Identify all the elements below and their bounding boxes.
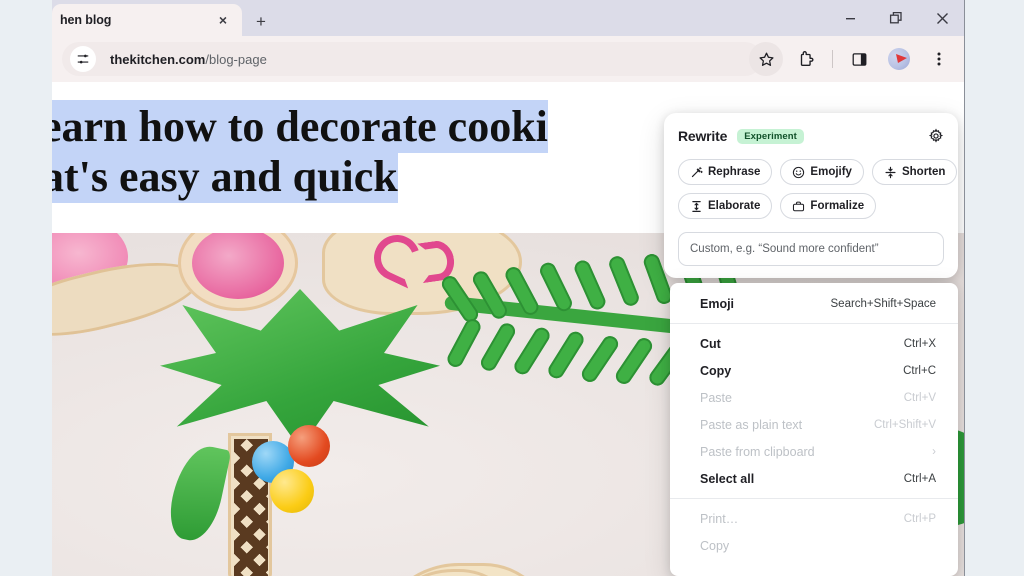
menu-item[interactable]: Select all Ctrl+A — [670, 465, 958, 492]
url-text: thekitchen.com/blog-page — [110, 52, 267, 67]
menu-separator — [670, 498, 958, 499]
menu-item: Paste as plain text Ctrl+Shift+V — [670, 411, 958, 438]
three-dot-menu-icon[interactable] — [922, 42, 956, 76]
menu-item-shortcut: Ctrl+P — [903, 512, 936, 525]
context-menu: Emoji Search+Shift+Space Cut Ctrl+X Copy Ctrl… — [670, 283, 958, 576]
menu-item-label: Cut — [700, 336, 721, 351]
menu-item: Print… Ctrl+P — [670, 505, 958, 532]
minimize-button[interactable] — [827, 0, 873, 36]
url-path: /blog-page — [205, 51, 267, 67]
rewrite-header: Rewrite Experiment — [678, 125, 944, 147]
elaborate-arrows-icon — [690, 200, 703, 213]
gear-icon[interactable] — [928, 128, 944, 144]
rewrite-chip-row-1: Rephrase Emojify Shorten — [678, 159, 958, 185]
rewrite-panel: Rewrite Experiment Rephrase Emojify Shor… — [664, 113, 958, 278]
menu-item: Copy — [670, 532, 958, 559]
restore-button[interactable] — [873, 0, 919, 36]
rewrite-title: Rewrite — [678, 128, 728, 144]
menu-item-shortcut: Ctrl+C — [903, 364, 936, 377]
menu-item-label: Print… — [700, 511, 739, 526]
menu-item-shortcut: › — [932, 445, 936, 458]
window-controls — [815, 0, 964, 36]
magic-wand-icon — [690, 166, 703, 179]
toolbar-divider — [832, 50, 833, 68]
menu-item[interactable]: Cut Ctrl+X — [670, 330, 958, 357]
close-button[interactable] — [919, 0, 964, 36]
shorten-arrows-icon — [884, 166, 897, 179]
custom-rewrite-input[interactable] — [678, 232, 944, 266]
side-panel-icon[interactable] — [842, 42, 876, 76]
menu-item-label: Paste as plain text — [700, 417, 803, 432]
menu-item-label: Emoji — [700, 296, 735, 311]
url-host: thekitchen.com — [110, 51, 206, 67]
smiley-face-icon — [792, 166, 805, 179]
menu-item: Paste from clipboard › — [670, 438, 958, 465]
rephrase-button[interactable]: Rephrase — [678, 159, 773, 185]
menu-item[interactable]: Copy Ctrl+C — [670, 357, 958, 384]
tab-title: hen blog — [60, 13, 112, 27]
formalize-button[interactable]: Formalize — [780, 193, 877, 219]
menu-item[interactable]: Emoji Search+Shift+Space — [670, 290, 958, 317]
browser-window: hen blog × + thekitchen.com/blog-page ea… — [52, 0, 965, 576]
bookmark-star-icon[interactable] — [749, 42, 783, 76]
rewrite-chip-row-2: Elaborate Formalize — [678, 193, 944, 219]
menu-item-label: Copy — [700, 538, 730, 553]
menu-item-shortcut: Ctrl+A — [903, 472, 936, 485]
menu-item: Paste Ctrl+V — [670, 384, 958, 411]
page-title-line-1: earn how to decorate cooki — [52, 100, 548, 153]
extensions-icon[interactable] — [789, 42, 823, 76]
tune-icon[interactable] — [70, 46, 96, 72]
menu-item-label: Paste from clipboard — [700, 444, 815, 459]
menu-item-shortcut: Ctrl+X — [903, 337, 936, 350]
new-tab-button[interactable]: + — [248, 8, 274, 34]
menu-item-label: Copy — [700, 363, 732, 378]
elaborate-button[interactable]: Elaborate — [678, 193, 773, 219]
page-title-line-2: at's easy and quick — [52, 150, 398, 203]
menu-item-label: Paste — [700, 390, 732, 405]
shorten-label: Shorten — [901, 166, 946, 178]
formalize-label: Formalize — [810, 200, 865, 212]
briefcase-icon — [792, 200, 805, 213]
emojify-button[interactable]: Emojify — [780, 159, 864, 185]
tab-close-icon[interactable]: × — [212, 9, 234, 31]
profile-avatar-icon — [888, 48, 910, 70]
menu-item-shortcut: Ctrl+V — [903, 391, 936, 404]
page-title: earn how to decorate cooki at's easy and… — [52, 100, 722, 203]
menu-item-label: Select all — [700, 471, 755, 486]
experiment-badge: Experiment — [737, 128, 804, 144]
browser-tab[interactable]: hen blog × — [52, 4, 242, 36]
toolbar-actions — [746, 36, 959, 82]
rephrase-label: Rephrase — [708, 166, 761, 178]
profile-avatar-wrap[interactable] — [882, 42, 916, 76]
emojify-label: Emojify — [810, 166, 852, 178]
tab-strip: hen blog × + — [52, 0, 964, 36]
elaborate-label: Elaborate — [708, 200, 761, 212]
menu-separator — [670, 323, 958, 324]
candy-yellow — [270, 469, 314, 513]
candy-red — [288, 425, 330, 467]
menu-item-shortcut: Ctrl+Shift+V — [874, 418, 936, 431]
browser-toolbar: thekitchen.com/blog-page — [52, 36, 964, 82]
shorten-button[interactable]: Shorten — [871, 159, 958, 185]
menu-item-shortcut: Search+Shift+Space — [830, 297, 937, 310]
address-bar[interactable]: thekitchen.com/blog-page — [62, 42, 762, 76]
